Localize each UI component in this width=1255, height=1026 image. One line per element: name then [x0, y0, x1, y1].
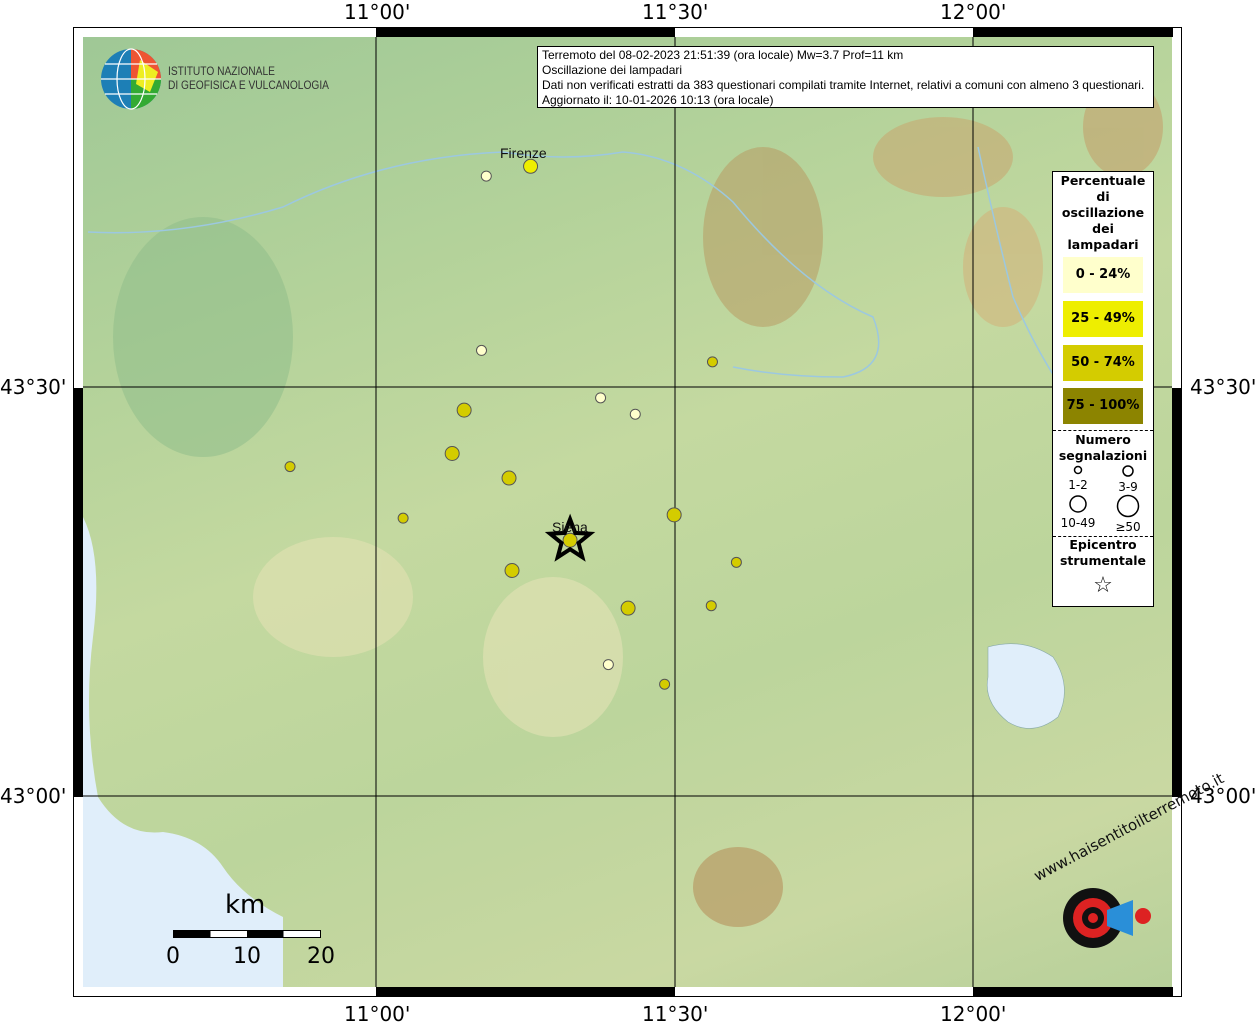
event-info-box: Terremoto del 08-02-2023 21:51:39 (ora l…: [537, 46, 1154, 108]
relief: [113, 77, 1163, 927]
updated-timestamp: Aggiornato il: 10-01-2026 10:13 (ora loc…: [542, 93, 774, 107]
intensity-point[interactable]: [562, 532, 578, 548]
intensity-point[interactable]: [480, 170, 492, 182]
intensity-point[interactable]: [666, 507, 682, 523]
scale-unit: km: [225, 890, 266, 920]
legend-class-1: 25 - 49%: [1063, 301, 1143, 337]
intensity-point[interactable]: [706, 356, 718, 368]
hsit-logo[interactable]: www.haisentitoilterremoto.it: [1031, 769, 1227, 975]
map-layers: [83, 37, 1172, 987]
ingv-globe-logo: [101, 48, 161, 110]
intensity-point[interactable]: [444, 445, 460, 461]
intensity-point[interactable]: [284, 461, 296, 473]
scale-label: 0: [166, 944, 180, 969]
intensity-point[interactable]: [659, 678, 671, 690]
lat-tick-right: 43°30': [1190, 375, 1255, 399]
intensity-point[interactable]: [501, 470, 517, 486]
graticule: [83, 37, 1172, 987]
lat-tick-left: 43°00': [0, 784, 67, 808]
legend: Percentuale di oscillazione dei lampadar…: [1052, 171, 1154, 607]
legend-count-title: Numero segnalazioni: [1058, 432, 1148, 463]
scale-label: 10: [233, 944, 261, 969]
intensity-point[interactable]: [629, 408, 641, 420]
lon-tick-bottom: 11°30': [642, 1002, 709, 1026]
legend-counts: 1-2 3-9 10-49 ≥50: [1053, 464, 1153, 534]
scale-label: 20: [307, 944, 335, 969]
intensity-point[interactable]: [397, 512, 409, 524]
intensity-point[interactable]: [620, 600, 636, 616]
count-1-2: 1-2: [1068, 478, 1088, 492]
lat-tick-left: 43°30': [0, 375, 67, 399]
intensity-point[interactable]: [523, 158, 539, 174]
intensity-point[interactable]: [730, 556, 742, 568]
lon-tick-bottom: 11°00': [344, 1002, 411, 1026]
intensity-point[interactable]: [602, 659, 614, 671]
intensity-point[interactable]: [705, 600, 717, 612]
legend-class-3: 75 - 100%: [1063, 388, 1143, 424]
lon-tick-top: 11°00': [344, 0, 411, 24]
legend-class-2: 50 - 74%: [1063, 345, 1143, 381]
legend-class-0: 0 - 24%: [1063, 257, 1143, 293]
event-title: Terremoto del 08-02-2023 21:51:39 (ora l…: [542, 48, 904, 62]
scale-bar: km 0 10 20: [165, 890, 335, 970]
legend-epicenter-title: Epicentro strumentale: [1059, 537, 1147, 568]
map-subject: Oscillazione dei lampadari: [542, 63, 683, 77]
star-icon: ☆: [1093, 573, 1113, 598]
lon-tick-top: 11°30': [642, 0, 709, 24]
count-3-9: 3-9: [1118, 480, 1138, 494]
lon-tick-top: 12°00': [940, 0, 1007, 24]
count-10-49: 10-49: [1060, 516, 1096, 530]
lon-tick-bottom: 12°00': [940, 1002, 1007, 1026]
intensity-point[interactable]: [504, 563, 520, 579]
ingv-name: ISTITUTO NAZIONALE DI GEOFISICA E VULCAN…: [168, 64, 329, 92]
city-label-firenze: Firenze: [500, 145, 547, 161]
intensity-point[interactable]: [476, 344, 488, 356]
ingv-name-line1: ISTITUTO NAZIONALE: [168, 64, 275, 78]
lake-trasimeno: [986, 643, 1065, 729]
legend-title: Percentuale di oscillazione dei lampadar…: [1060, 173, 1146, 252]
map-canvas[interactable]: [83, 37, 1172, 987]
intensity-point[interactable]: [595, 392, 607, 404]
city-label-siena: Siena: [552, 519, 588, 535]
intensity-point[interactable]: [456, 402, 472, 418]
data-note: Dati non verificati estratti da 383 ques…: [542, 78, 1145, 92]
count-50-plus: ≥50: [1115, 520, 1141, 534]
ingv-name-line2: DI GEOFISICA E VULCANOLOGIA: [168, 78, 329, 92]
